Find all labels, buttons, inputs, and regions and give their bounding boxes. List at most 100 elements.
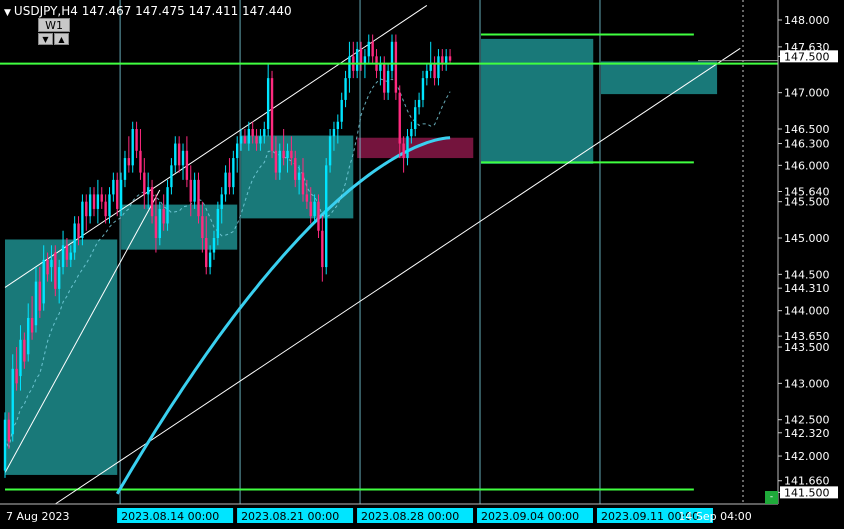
time-axis-label: 2023.09.04 00:00	[481, 510, 579, 523]
candle-body	[270, 78, 274, 151]
price-tick-label: 147.500	[784, 50, 830, 63]
candle-body	[38, 281, 42, 311]
candle-body	[162, 208, 165, 224]
candle-body	[116, 179, 119, 209]
candle-body	[11, 368, 14, 435]
candle-body	[146, 187, 150, 195]
candle-body	[85, 201, 88, 217]
candle-body	[437, 56, 440, 79]
candle-body	[19, 339, 22, 377]
candle-body	[274, 150, 278, 173]
candle-body	[181, 150, 185, 166]
symbol-label: USDJPY,H4	[13, 4, 78, 18]
candle-body	[46, 259, 49, 275]
candle-body	[81, 201, 84, 239]
candle-body	[92, 194, 96, 209]
candle-body	[278, 150, 281, 173]
timeframe-up-button[interactable]: ▲	[54, 33, 69, 45]
zone-box	[5, 239, 118, 475]
timeframe-label: W1	[38, 18, 70, 32]
time-axis-label: 2023.08.21 00:00	[241, 510, 339, 523]
candle-body	[88, 194, 92, 217]
candle-body	[3, 419, 7, 471]
candle-body	[23, 339, 26, 362]
candle-body	[340, 99, 343, 122]
candle-body	[236, 143, 239, 159]
candle-body	[294, 158, 297, 180]
price-tick-label: 141.500	[784, 486, 830, 499]
candle-body	[367, 41, 370, 57]
candle-body	[108, 194, 111, 217]
candle-body	[201, 216, 204, 239]
candle-body	[27, 317, 30, 355]
time-axis-label: 7 Aug 2023	[6, 510, 69, 523]
candle-body	[305, 194, 309, 202]
candle-body	[355, 49, 359, 71]
candle-body	[174, 143, 177, 166]
candle-body	[243, 136, 247, 144]
candle-body	[30, 317, 34, 333]
price-tick-label: 144.000	[784, 305, 830, 318]
candle-body	[317, 201, 320, 231]
candle-body	[328, 136, 332, 166]
candle-body	[383, 63, 386, 93]
candle-body	[251, 129, 254, 137]
candle-body	[232, 158, 235, 188]
candle-body	[69, 252, 72, 260]
candle-body	[189, 179, 192, 202]
time-axis-label: 14 Sep 04:00	[678, 510, 751, 523]
candle-body	[177, 143, 181, 166]
candle-body	[406, 136, 409, 159]
price-tick-label: 142.500	[784, 414, 830, 427]
candle-body	[297, 172, 301, 180]
price-tick-label: 145.000	[784, 232, 830, 245]
price-tick-label: 144.310	[784, 282, 830, 295]
candle-body	[127, 158, 131, 166]
candle-body	[348, 56, 351, 79]
candle-body	[425, 70, 429, 79]
timeframe-down-button[interactable]: ▼	[38, 33, 53, 45]
candle-body	[123, 158, 127, 180]
price-tick-label: 147.000	[784, 87, 830, 100]
time-axis-label: 2023.08.28 00:00	[361, 510, 459, 523]
candle-body	[197, 179, 200, 217]
price-tick-label: 144.500	[784, 268, 830, 281]
candle-body	[282, 150, 285, 159]
candle-body	[143, 172, 146, 195]
price-tick-label: 142.320	[784, 427, 830, 440]
candle-body	[448, 56, 452, 61]
candle-body	[170, 165, 173, 188]
candle-body	[266, 78, 270, 129]
candle-body	[224, 172, 227, 195]
candle-body	[7, 419, 11, 442]
time-axis: 7 Aug 2023 2023.08.14 00:00 2023.08.21 00:…	[6, 508, 752, 523]
candle-body	[61, 245, 65, 268]
candle-body	[193, 179, 196, 202]
candle-body	[208, 252, 212, 268]
candle-body	[309, 201, 312, 217]
candle-body	[379, 63, 382, 71]
candle-body	[220, 194, 223, 209]
candle-body	[301, 172, 305, 195]
minimize-button[interactable]: -	[765, 491, 778, 504]
dropdown-triangle-icon[interactable]: ▼	[4, 8, 11, 18]
candle-body	[77, 223, 80, 239]
candle-body	[205, 238, 208, 268]
candle-body	[386, 70, 390, 93]
price-tick-label: 146.300	[784, 138, 830, 151]
candle-body	[433, 63, 436, 79]
candle-body	[321, 230, 324, 268]
price-tick-label: 146.500	[784, 123, 830, 136]
candle-body	[100, 194, 103, 202]
candle-body	[363, 56, 367, 64]
candle-body	[65, 245, 69, 260]
candle-body	[402, 143, 405, 159]
chart-header: ▼ USDJPY,H4 147.467 147.475 147.411 147.4…	[4, 4, 292, 18]
candle-body	[185, 150, 189, 180]
price-chart[interactable]: 148.000147.630147.500147.000146.500146.3…	[0, 0, 844, 529]
time-axis-label: 2023.08.14 00:00	[121, 510, 219, 523]
candle-body	[441, 56, 444, 64]
candle-body	[290, 150, 293, 159]
candle-body	[255, 136, 258, 144]
candle-body	[15, 368, 18, 384]
